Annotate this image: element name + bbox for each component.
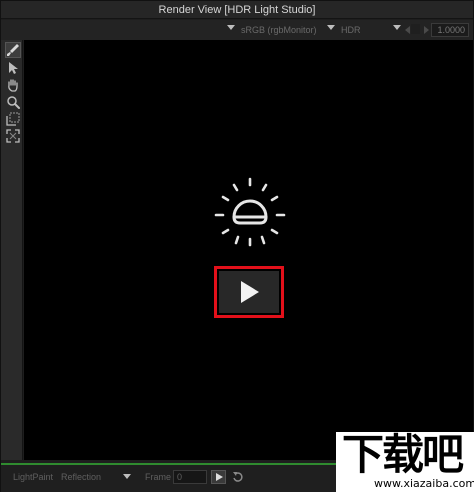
exposure-icon bbox=[411, 24, 420, 34]
frame-input[interactable]: 0 bbox=[173, 470, 207, 484]
sun-dome-icon bbox=[214, 177, 286, 247]
zoom-tool[interactable] bbox=[5, 94, 21, 110]
loop-icon[interactable] bbox=[231, 470, 245, 484]
select-tool[interactable] bbox=[5, 60, 21, 76]
display-mode-dropdown[interactable]: HDR bbox=[341, 24, 361, 37]
paint-brush-icon bbox=[7, 44, 19, 56]
fit-view-icon bbox=[6, 129, 20, 143]
colorspace-dropdown[interactable]: sRGB (rgbMonitor) bbox=[241, 24, 317, 37]
exposure-decrease-icon[interactable] bbox=[405, 26, 410, 34]
play-icon bbox=[241, 281, 259, 303]
watermark-url: www.xiazaiba.com bbox=[374, 477, 474, 490]
exposure-caret-icon[interactable] bbox=[393, 25, 401, 30]
target-dropdown[interactable]: Reflection bbox=[61, 472, 101, 482]
region-tool[interactable] bbox=[5, 111, 21, 127]
target-caret-icon[interactable] bbox=[123, 474, 131, 479]
view-options-bar: sRGB (rgbMonitor) HDR bbox=[1, 20, 473, 40]
tool-sidebar bbox=[1, 40, 23, 460]
site-watermark: 下载吧 www.xiazaiba.com bbox=[336, 432, 474, 492]
frame-play-button[interactable] bbox=[211, 470, 226, 484]
fit-view-tool[interactable] bbox=[5, 128, 21, 144]
watermark-logo-text: 下载吧 bbox=[342, 430, 464, 479]
display-mode-caret-icon[interactable] bbox=[327, 25, 335, 30]
start-render-button[interactable] bbox=[219, 271, 279, 313]
title-bar: Render View [HDR Light Studio] bbox=[1, 1, 473, 19]
paint-brush-tool[interactable] bbox=[5, 42, 21, 58]
arrow-pointer-icon bbox=[9, 62, 18, 74]
render-view-window: Render View [HDR Light Studio] sRGB (rgb… bbox=[0, 0, 474, 492]
colorspace-caret-icon[interactable] bbox=[227, 25, 235, 30]
hand-pan-icon bbox=[8, 79, 18, 92]
exposure-increase-icon[interactable] bbox=[424, 26, 429, 34]
window-title: Render View [HDR Light Studio] bbox=[158, 4, 316, 16]
frame-label: Frame bbox=[145, 472, 172, 482]
pan-tool[interactable] bbox=[5, 77, 21, 93]
render-viewport[interactable] bbox=[24, 40, 473, 460]
start-render-highlight bbox=[214, 266, 284, 318]
region-select-icon bbox=[6, 112, 20, 126]
exposure-input[interactable]: 1.0000 bbox=[431, 23, 469, 37]
zoom-icon bbox=[7, 96, 20, 109]
small-play-icon bbox=[215, 473, 223, 481]
mode-label[interactable]: LightPaint bbox=[13, 472, 53, 482]
